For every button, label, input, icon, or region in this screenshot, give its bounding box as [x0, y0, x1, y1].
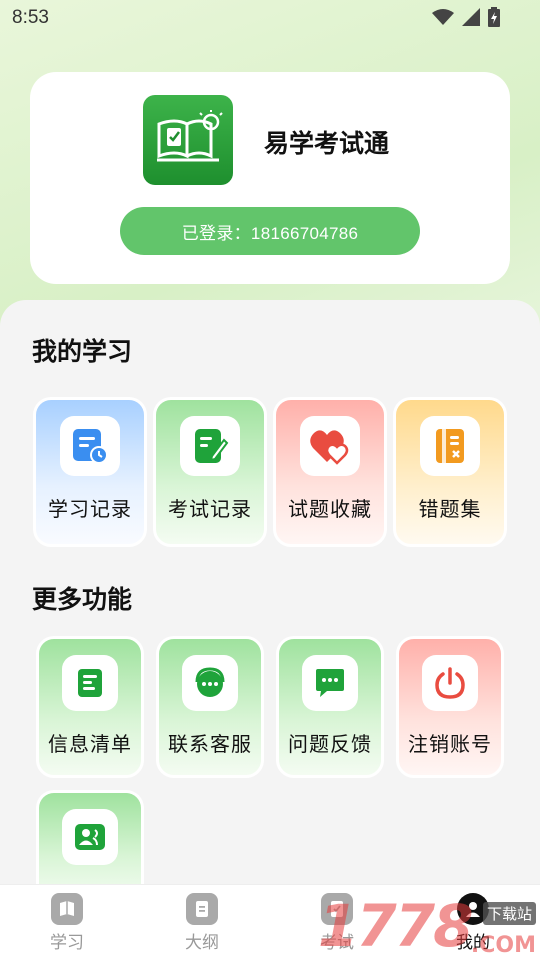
section-title-more-features: 更多功能	[32, 586, 133, 614]
study-book-icon	[51, 893, 83, 925]
customer-service-icon	[182, 655, 238, 711]
tile-label: 联系客服	[168, 734, 252, 756]
tab-mine[interactable]: 我的	[443, 893, 503, 953]
power-icon	[422, 655, 478, 711]
exam-record-icon	[180, 416, 240, 476]
wifi-icon	[432, 9, 454, 30]
tab-label: 考试	[320, 933, 354, 952]
status-bar: 8:53	[0, 0, 540, 36]
tile-label: 信息清单	[48, 734, 132, 756]
users-icon	[62, 809, 118, 865]
status-icons	[432, 7, 500, 32]
profile-card: 易学考试通 已登录：18166704786	[30, 72, 510, 284]
tile-label: 注销账号	[408, 734, 492, 756]
tile-label: 问题反馈	[288, 734, 372, 756]
info-list-icon	[62, 655, 118, 711]
app-name: 易学考试通	[264, 130, 390, 158]
tab-label: 我的	[456, 933, 490, 952]
signal-icon	[462, 8, 480, 31]
tab-study[interactable]: 学习	[37, 893, 97, 953]
battery-icon	[488, 7, 500, 32]
tile-label: 学习记录	[48, 499, 132, 521]
tab-outline[interactable]: 大纲	[172, 893, 232, 953]
tile-info-list[interactable]: 信息清单	[36, 636, 144, 778]
tile-cancel-account[interactable]: 注销账号	[396, 636, 504, 778]
tile-label: 考试记录	[168, 499, 252, 521]
section-title-my-learning: 我的学习	[32, 338, 133, 366]
tile-wrong-questions[interactable]: 错题集	[393, 397, 507, 547]
tile-label: 试题收藏	[288, 499, 372, 521]
outline-icon	[186, 893, 218, 925]
feedback-icon	[302, 655, 358, 711]
tab-label: 大纲	[185, 933, 219, 952]
tile-feedback[interactable]: 问题反馈	[276, 636, 384, 778]
status-time: 8:53	[12, 7, 49, 28]
favorites-heart-icon	[300, 416, 360, 476]
wrong-questions-icon	[420, 416, 480, 476]
tile-exam-record[interactable]: 考试记录	[153, 397, 267, 547]
tab-label: 学习	[50, 933, 84, 952]
study-record-icon	[60, 416, 120, 476]
tile-label: 错题集	[418, 499, 482, 521]
tile-favorites[interactable]: 试题收藏	[273, 397, 387, 547]
tile-customer-service[interactable]: 联系客服	[156, 636, 264, 778]
app-logo	[143, 95, 233, 185]
tile-study-record[interactable]: 学习记录	[33, 397, 147, 547]
exam-icon	[321, 893, 353, 925]
main-panel: 我的学习 学习记录 考试记录 试题收藏 错题集 更多功能 信息清单 联系客服 问…	[0, 300, 540, 900]
profile-icon	[457, 893, 489, 925]
tab-bar: 学习 大纲 考试 我的	[0, 884, 540, 960]
login-status-button[interactable]: 已登录：18166704786	[120, 207, 420, 255]
tab-exam[interactable]: 考试	[307, 893, 367, 953]
